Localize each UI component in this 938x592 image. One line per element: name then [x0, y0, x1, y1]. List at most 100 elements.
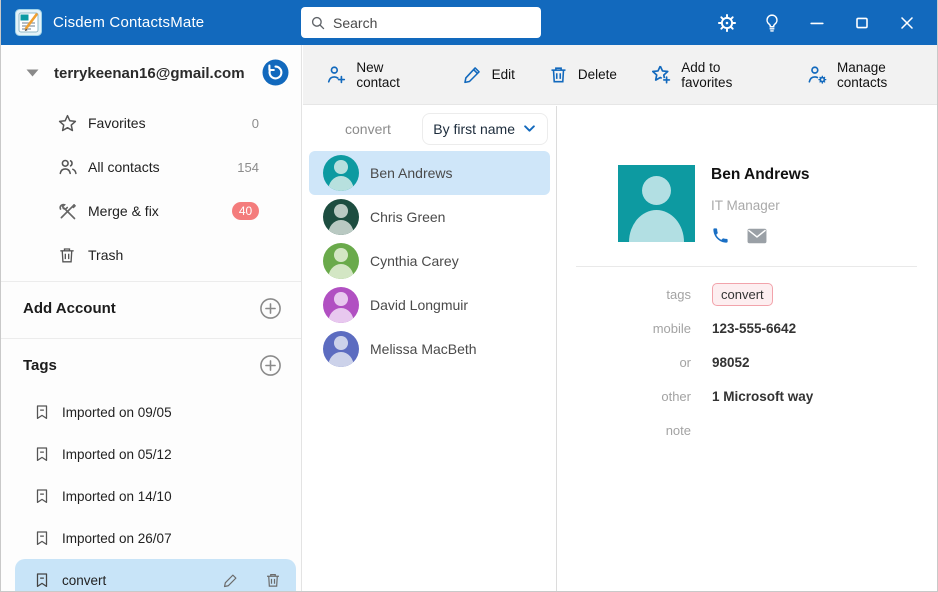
- sidebar-item-label: Trash: [88, 247, 124, 263]
- edit-tag-icon[interactable]: [222, 571, 240, 589]
- plus-circle-icon: [260, 354, 281, 376]
- current-tag-label: convert: [345, 120, 391, 137]
- edit-button[interactable]: Edit: [462, 64, 515, 85]
- new-contact-button[interactable]: New contact: [325, 60, 429, 90]
- add-to-favorites-button[interactable]: Add to favorites: [650, 60, 773, 90]
- tag-label: Imported on 09/05: [62, 404, 172, 420]
- toolbar-label: New contact: [356, 59, 400, 90]
- email-button[interactable]: [746, 227, 768, 245]
- gear-icon: [717, 13, 736, 32]
- sidebar: terrykeenan16@gmail.com Favorites 0 All …: [1, 45, 302, 591]
- field-row-mobile: mobile 123-555-6642: [558, 311, 937, 345]
- contact-name: David Longmuir: [370, 297, 469, 313]
- sidebar-item-label: Merge & fix: [88, 203, 159, 219]
- tag-chip[interactable]: convert: [712, 282, 773, 306]
- add-account-row: Add Account: [1, 282, 301, 334]
- field-row-other: other 1 Microsoft way: [558, 379, 937, 413]
- tag-item[interactable]: Imported on 26/07: [1, 517, 295, 559]
- maximize-icon: [855, 17, 868, 28]
- star-plus-icon: [651, 65, 671, 84]
- tag-item[interactable]: Imported on 09/05: [1, 391, 295, 433]
- contact-avatar: [323, 199, 359, 235]
- envelope-icon: [747, 228, 767, 243]
- avatar-silhouette: [334, 204, 348, 218]
- contact-row[interactable]: David Longmuir: [309, 283, 550, 327]
- sync-button[interactable]: [262, 59, 289, 86]
- people-icon: [57, 156, 79, 178]
- contact-avatar: [323, 155, 359, 191]
- tag-icon: [36, 489, 48, 504]
- field-value: 1 Microsoft way: [712, 388, 814, 404]
- field-label: note: [665, 422, 691, 438]
- account-expand-button[interactable]: [25, 67, 40, 79]
- contact-row[interactable]: Melissa MacBeth: [309, 327, 550, 371]
- add-account-button[interactable]: [258, 296, 283, 321]
- toolbar-label: Manage contacts: [836, 59, 888, 90]
- sidebar-item-trash[interactable]: Trash: [1, 233, 301, 277]
- avatar-silhouette: [641, 175, 672, 206]
- minimize-button[interactable]: [794, 0, 839, 45]
- trash-icon: [551, 67, 566, 83]
- app-logo-icon: [15, 9, 42, 36]
- maximize-button[interactable]: [839, 0, 884, 45]
- tags-header-row: Tags: [1, 339, 301, 391]
- tag-icon: [36, 405, 48, 420]
- tag-label: Imported on 05/12: [62, 446, 172, 462]
- lightbulb-icon: [765, 13, 778, 32]
- merge-fix-badge: 40: [232, 202, 259, 220]
- tag-icon: [36, 447, 48, 462]
- manage-contacts-button[interactable]: Manage contacts: [806, 60, 937, 90]
- contact-name: Melissa MacBeth: [370, 341, 477, 357]
- tag-item[interactable]: Imported on 14/10: [1, 475, 295, 517]
- contact-name: Ben Andrews: [370, 165, 453, 181]
- avatar-silhouette: [328, 263, 354, 279]
- contact-row[interactable]: Cynthia Carey: [309, 239, 550, 283]
- tag-label: Imported on 26/07: [62, 530, 172, 546]
- sort-dropdown[interactable]: By first name: [422, 112, 548, 145]
- contact-toolbar: New contact Edit Delete Add to favorites…: [303, 45, 937, 105]
- close-button[interactable]: [884, 0, 929, 45]
- contact-row[interactable]: Ben Andrews: [309, 151, 550, 195]
- search-input[interactable]: [333, 14, 533, 31]
- search-box[interactable]: [301, 7, 541, 38]
- account-email: terrykeenan16@gmail.com: [54, 64, 245, 82]
- field-row-tags: tags convert: [558, 277, 937, 311]
- contact-list-pane: convert By first name Ben Andrews Chris …: [303, 106, 557, 591]
- trash-icon: [57, 244, 79, 266]
- contact-avatar: [323, 243, 359, 279]
- toolbar-label: Edit: [491, 67, 515, 82]
- tag-icon: [36, 573, 48, 588]
- search-icon: [311, 16, 325, 29]
- tag-item-selected[interactable]: convert: [15, 559, 296, 591]
- tips-button[interactable]: [749, 0, 794, 45]
- sidebar-item-all-contacts[interactable]: All contacts 154: [1, 145, 301, 189]
- contact-row[interactable]: Chris Green: [309, 195, 550, 239]
- detail-fields: tags convert mobile 123-555-6642 or 9805…: [558, 277, 937, 447]
- sidebar-item-merge-fix[interactable]: Merge & fix 40: [1, 189, 301, 233]
- contact-name: Chris Green: [370, 209, 446, 225]
- field-row-note: note: [558, 413, 937, 447]
- detail-contact-name: Ben Andrews: [711, 166, 810, 183]
- field-value: 123-555-6642: [712, 320, 797, 336]
- sidebar-item-label: Favorites: [88, 115, 146, 131]
- plus-circle-icon: [260, 297, 281, 319]
- app-window: Cisdem ContactsMate Search terrykeenan16…: [0, 0, 938, 592]
- person-gear-icon: [808, 66, 826, 84]
- detail-job-title: IT Manager: [711, 198, 780, 213]
- contact-avatar: [323, 287, 359, 323]
- avatar-silhouette: [334, 160, 348, 174]
- settings-button[interactable]: [704, 0, 749, 45]
- field-label: tags: [666, 286, 691, 302]
- toolbar-label: Delete: [577, 67, 617, 82]
- add-account-label: Add Account: [23, 299, 116, 317]
- tag-item[interactable]: Imported on 05/12: [1, 433, 295, 475]
- delete-tag-icon[interactable]: [264, 571, 282, 589]
- sidebar-item-favorites[interactable]: Favorites 0: [1, 101, 301, 145]
- star-icon: [57, 112, 79, 134]
- delete-button[interactable]: Delete: [548, 64, 617, 85]
- call-button[interactable]: [711, 226, 730, 245]
- avatar-silhouette: [628, 209, 685, 242]
- title-bar: Cisdem ContactsMate: [1, 0, 937, 45]
- add-tag-button[interactable]: [258, 353, 283, 378]
- avatar-silhouette: [334, 292, 348, 306]
